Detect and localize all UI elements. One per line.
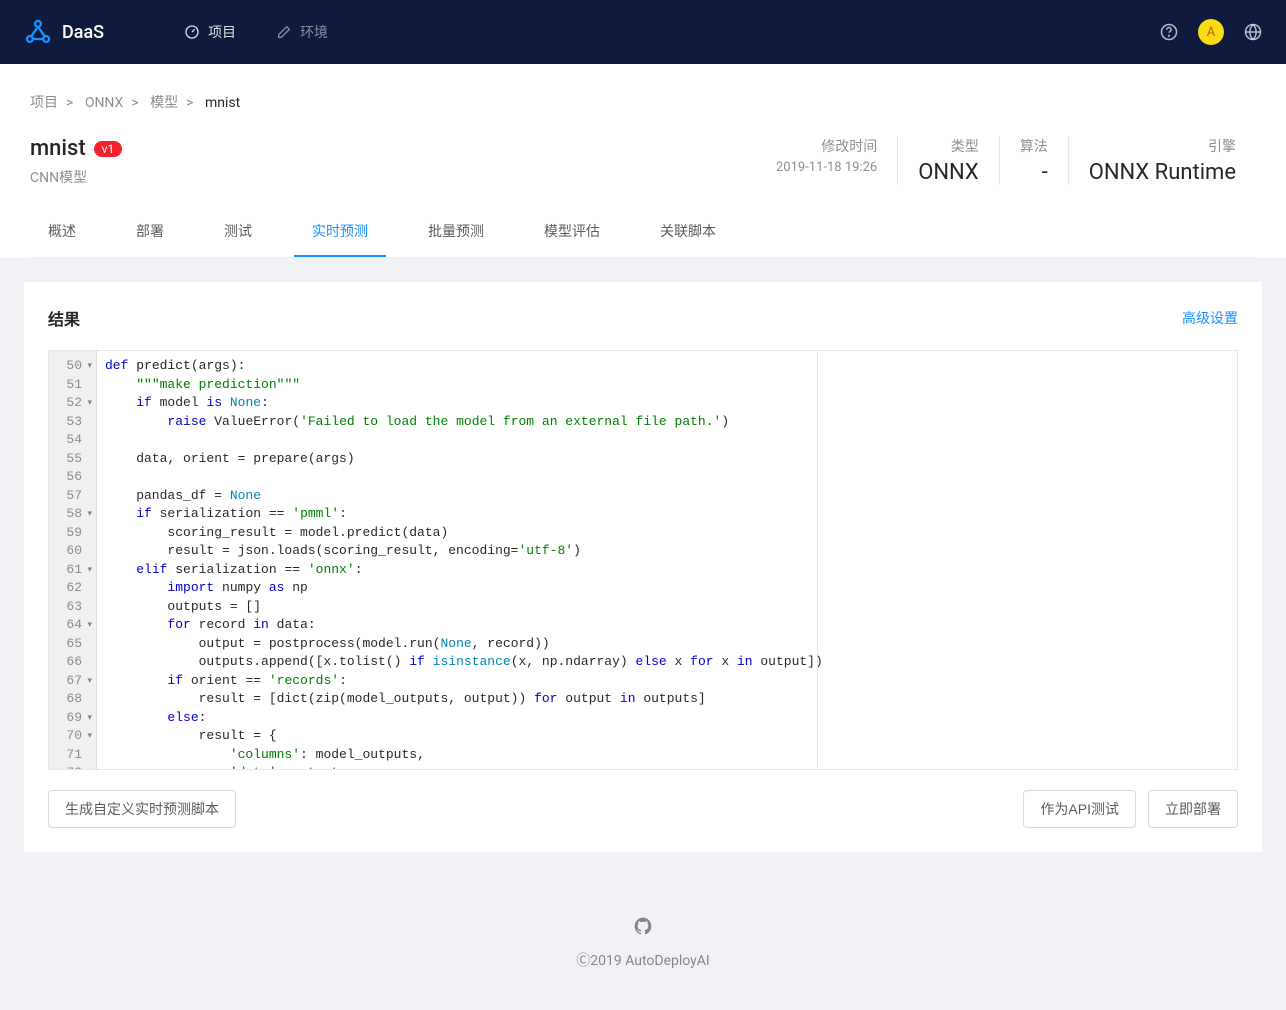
breadcrumb-link[interactable]: ONNX xyxy=(85,95,124,111)
avatar[interactable]: A xyxy=(1198,19,1224,45)
breadcrumb: 项目> ONNX> 模型> mnist xyxy=(30,80,1256,124)
advanced-settings-link[interactable]: 高级设置 xyxy=(1182,308,1238,328)
editor-gutter: 50▾5152▾535455565758▾596061▾626364▾65666… xyxy=(49,351,97,769)
edit-icon xyxy=(276,24,292,40)
test-api-button[interactable]: 作为API测试 xyxy=(1023,790,1136,828)
gutter-line: 64▾ xyxy=(53,616,92,635)
gutter-line: 69▾ xyxy=(53,709,92,728)
logo-text: DaaS xyxy=(62,22,104,43)
result-panel: 结果 高级设置 50▾5152▾535455565758▾596061▾6263… xyxy=(24,282,1262,852)
header-right: A xyxy=(1160,19,1262,45)
tab-3[interactable]: 实时预测 xyxy=(294,207,386,257)
meta-label: 类型 xyxy=(918,136,979,156)
gutter-line: 56 xyxy=(53,468,92,487)
meta-value: ONNX xyxy=(918,160,979,185)
meta-label: 修改时间 xyxy=(776,136,877,156)
tab-0[interactable]: 概述 xyxy=(30,207,94,257)
tab-6[interactable]: 关联脚本 xyxy=(642,207,734,257)
meta-value: - xyxy=(1020,160,1048,185)
page-header: mnist v1 CNN模型 修改时间 2019-11-18 19:26 类型 ONN… xyxy=(30,124,1256,207)
footer: Ⓒ2019 AutoDeployAI xyxy=(0,876,1286,1010)
gutter-line: 50▾ xyxy=(53,357,92,376)
gutter-line: 72 xyxy=(53,764,92,770)
gutter-line: 61▾ xyxy=(53,561,92,580)
meta-item: 算法 - xyxy=(999,136,1068,185)
gutter-line: 51 xyxy=(53,376,92,395)
gutter-line: 70▾ xyxy=(53,727,92,746)
gutter-line: 57 xyxy=(53,487,92,506)
github-icon[interactable] xyxy=(633,916,653,940)
gutter-line: 63 xyxy=(53,598,92,617)
gutter-line: 53 xyxy=(53,413,92,432)
meta-label: 引擎 xyxy=(1089,136,1236,156)
content-header-area: 项目> ONNX> 模型> mnist mnist v1 CNN模型 修改时间 2… xyxy=(0,64,1286,258)
gutter-line: 65 xyxy=(53,635,92,654)
nav-items: 项目 环境 xyxy=(184,22,1160,42)
tab-5[interactable]: 模型评估 xyxy=(526,207,618,257)
meta-item: 修改时间 2019-11-18 19:26 xyxy=(756,136,897,185)
gutter-line: 60 xyxy=(53,542,92,561)
help-icon[interactable] xyxy=(1160,23,1178,41)
logo-icon xyxy=(24,18,52,46)
page-title: mnist xyxy=(30,136,86,161)
breadcrumb-current: mnist xyxy=(205,95,240,111)
gutter-line: 68 xyxy=(53,690,92,709)
globe-icon[interactable] xyxy=(1244,23,1262,41)
gutter-line: 59 xyxy=(53,524,92,543)
gutter-line: 66 xyxy=(53,653,92,672)
gutter-line: 58▾ xyxy=(53,505,92,524)
nav-label: 项目 xyxy=(208,22,236,42)
nav-label: 环境 xyxy=(300,22,328,42)
breadcrumb-link[interactable]: 项目 xyxy=(30,95,58,111)
tabs: 概述部署测试实时预测批量预测模型评估关联脚本 xyxy=(30,207,1256,258)
breadcrumb-link[interactable]: 模型 xyxy=(150,95,178,111)
nav-item-projects[interactable]: 项目 xyxy=(184,22,236,42)
gutter-line: 55 xyxy=(53,450,92,469)
editor-margin-line xyxy=(817,351,818,769)
dashboard-icon xyxy=(184,24,200,40)
meta-value: 2019-11-18 19:26 xyxy=(776,160,877,175)
page-subtitle: CNN模型 xyxy=(30,167,756,187)
tab-2[interactable]: 测试 xyxy=(206,207,270,257)
gutter-line: 52▾ xyxy=(53,394,92,413)
editor-code[interactable]: def predict(args): """make prediction"""… xyxy=(97,351,1237,769)
version-badge: v1 xyxy=(94,141,123,157)
meta-value: ONNX Runtime xyxy=(1089,160,1236,185)
gutter-line: 54 xyxy=(53,431,92,450)
deploy-button[interactable]: 立即部署 xyxy=(1148,790,1238,828)
tab-4[interactable]: 批量预测 xyxy=(410,207,502,257)
logo-area[interactable]: DaaS xyxy=(24,18,104,46)
gutter-line: 67▾ xyxy=(53,672,92,691)
code-editor[interactable]: 50▾5152▾535455565758▾596061▾626364▾65666… xyxy=(48,350,1238,770)
meta-item: 类型 ONNX xyxy=(897,136,999,185)
tab-1[interactable]: 部署 xyxy=(118,207,182,257)
copyright-text: Ⓒ2019 AutoDeployAI xyxy=(0,950,1286,970)
generate-script-button[interactable]: 生成自定义实时预测脚本 xyxy=(48,790,236,828)
meta-label: 算法 xyxy=(1020,136,1048,156)
panel-title: 结果 xyxy=(48,306,80,330)
app-header: DaaS 项目 环境 A xyxy=(0,0,1286,64)
gutter-line: 71 xyxy=(53,746,92,765)
gutter-line: 62 xyxy=(53,579,92,598)
meta-grid: 修改时间 2019-11-18 19:26 类型 ONNX 算法 - 引擎 ONNX Runt… xyxy=(756,136,1256,185)
nav-item-environments[interactable]: 环境 xyxy=(276,22,328,42)
meta-item: 引擎 ONNX Runtime xyxy=(1068,136,1256,185)
